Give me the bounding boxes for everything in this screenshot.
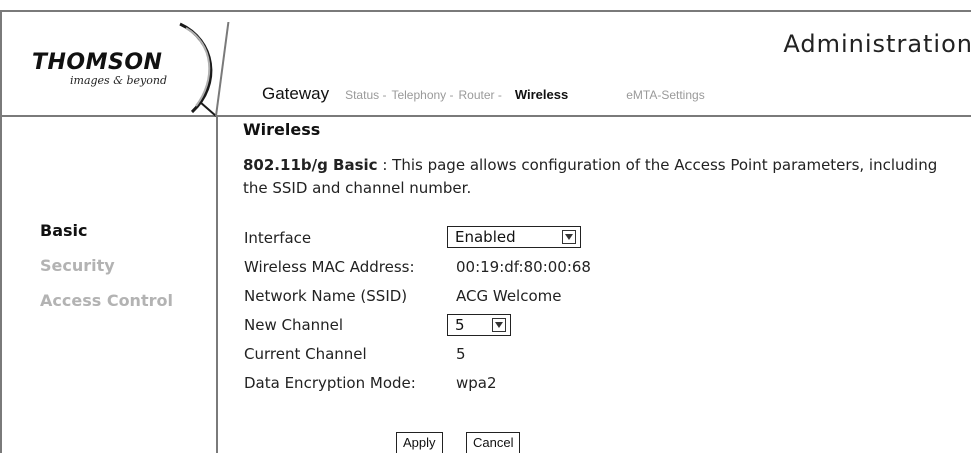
frame-top-border bbox=[0, 10, 971, 12]
encryption-mode-value: wpa2 bbox=[456, 374, 497, 392]
cancel-button[interactable]: Cancel bbox=[466, 432, 521, 453]
current-channel-value: 5 bbox=[456, 345, 466, 363]
frame-left-border bbox=[0, 10, 2, 453]
page-title: Administration bbox=[783, 30, 971, 58]
new-channel-select[interactable]: 5 bbox=[447, 314, 511, 336]
sidebar-item-security[interactable]: Security bbox=[40, 256, 115, 275]
apply-button[interactable]: Apply bbox=[396, 432, 443, 453]
encryption-mode-label: Data Encryption Mode: bbox=[244, 374, 416, 392]
nav-emta-settings[interactable]: eMTA-Settings bbox=[626, 88, 704, 102]
dropdown-arrow-icon bbox=[492, 318, 506, 332]
mac-address-value: 00:19:df:80:00:68 bbox=[456, 258, 591, 276]
nav-gateway[interactable]: Gateway bbox=[262, 84, 329, 104]
nav-router[interactable]: Router - bbox=[459, 88, 502, 102]
logo-brand-text: THOMSON bbox=[32, 50, 163, 75]
ssid-label: Network Name (SSID) bbox=[244, 287, 408, 305]
sidebar-item-basic[interactable]: Basic bbox=[40, 221, 87, 240]
ssid-value: ACG Welcome bbox=[456, 287, 562, 305]
current-channel-label: Current Channel bbox=[244, 345, 367, 363]
interface-select[interactable]: Enabled bbox=[447, 226, 581, 248]
nav-status[interactable]: Status - bbox=[345, 88, 386, 102]
new-channel-label: New Channel bbox=[244, 316, 344, 334]
new-channel-select-value: 5 bbox=[455, 316, 465, 334]
interface-select-value: Enabled bbox=[455, 228, 516, 246]
interface-label: Interface bbox=[244, 229, 312, 247]
nav-wireless[interactable]: Wireless bbox=[515, 87, 568, 102]
logo-tagline: images & beyond bbox=[70, 74, 168, 87]
top-nav: Gateway Status - Telephony - Router - Wi… bbox=[262, 84, 710, 104]
nav-telephony[interactable]: Telephony - bbox=[391, 88, 453, 102]
section-title: Wireless bbox=[243, 120, 321, 139]
sidebar-divider bbox=[216, 115, 218, 453]
dropdown-arrow-icon bbox=[562, 230, 576, 244]
mac-address-label: Wireless MAC Address: bbox=[244, 258, 415, 276]
sidebar-item-access-control[interactable]: Access Control bbox=[40, 291, 173, 310]
thomson-logo: THOMSON images & beyond bbox=[10, 22, 230, 117]
page-description: 802.11b/g Basic : This page allows confi… bbox=[243, 154, 963, 200]
description-heading: 802.11b/g Basic bbox=[243, 156, 378, 174]
